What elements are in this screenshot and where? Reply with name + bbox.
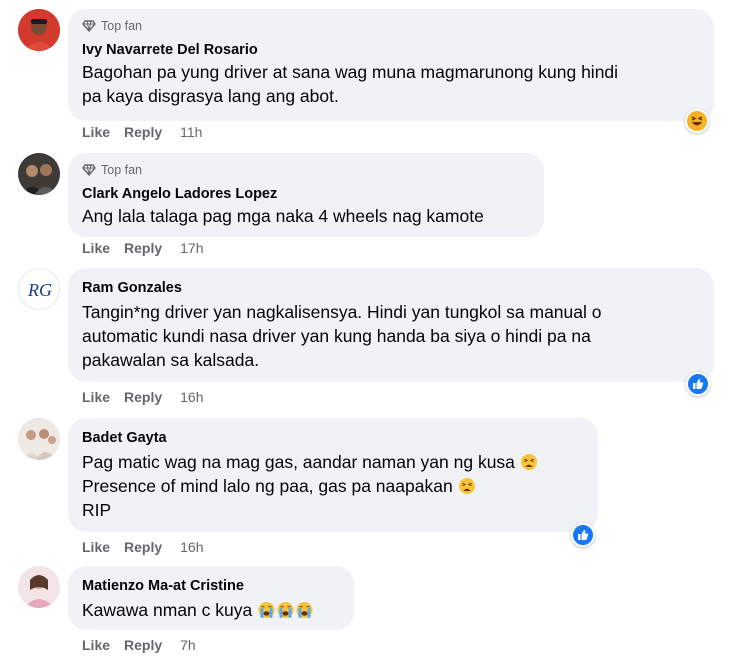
top-fan-label: Top fan	[101, 163, 143, 177]
loudly-crying-emoji-icon	[258, 602, 275, 618]
top-fan-badge: Top fan	[82, 18, 700, 34]
top-fan-badge: Top fan	[82, 162, 530, 178]
loudly-crying-emoji-icon	[277, 602, 294, 618]
comment-bubble: Badet Gayta Pag matic wag na mag gas, aa…	[68, 418, 598, 532]
reply-button[interactable]: Reply	[124, 539, 162, 555]
avatar[interactable]	[18, 418, 60, 460]
like-reaction-icon[interactable]	[571, 523, 595, 547]
commenter-name[interactable]: Ivy Navarrete Del Rosario	[82, 40, 700, 60]
comment-bubble: Top fan Ivy Navarrete Del Rosario Bagoha…	[68, 9, 714, 121]
timestamp[interactable]: 16h	[180, 389, 203, 405]
avatar[interactable]	[18, 566, 60, 608]
like-button[interactable]: Like	[82, 124, 110, 140]
comment-actions: Like Reply 16h	[82, 389, 204, 405]
tired-face-emoji-icon	[520, 454, 537, 470]
comment-text-row: Presence of mind lalo ng paa, gas pa naa…	[82, 474, 584, 498]
comment-text-line: Tangin*ng driver yan nagkalisensya. Hind…	[82, 302, 602, 322]
comment-text-line: pa kaya disgrasya lang ang abot.	[82, 86, 339, 106]
avatar-monogram: RG	[27, 280, 52, 300]
comment-text-line: automatic kundi nasa driver yan kung han…	[82, 326, 591, 346]
haha-reaction-icon[interactable]	[685, 109, 709, 133]
timestamp[interactable]: 17h	[180, 240, 203, 256]
reply-button[interactable]: Reply	[124, 389, 162, 405]
timestamp[interactable]: 7h	[180, 637, 196, 653]
like-button[interactable]: Like	[82, 539, 110, 555]
comment-actions: Like Reply 17h	[82, 240, 204, 256]
like-reaction-icon[interactable]	[686, 372, 710, 396]
commenter-name[interactable]: Clark Angelo Ladores Lopez	[82, 184, 530, 204]
avatar[interactable]: RG	[18, 268, 60, 310]
reply-button[interactable]: Reply	[124, 637, 162, 653]
comment-bubble: Ram Gonzales Tangin*ng driver yan nagkal…	[68, 268, 714, 382]
comment-bubble: Matienzo Ma-at Cristine Kawawa nman c ku…	[68, 566, 354, 630]
comment-actions: Like Reply 11h	[82, 124, 202, 140]
like-button[interactable]: Like	[82, 637, 110, 653]
comment-text-line: Presence of mind lalo ng paa, gas pa naa…	[82, 476, 453, 496]
diamond-icon	[82, 164, 96, 176]
avatar[interactable]	[18, 9, 60, 51]
comment-text-line: Pag matic wag na mag gas, aandar naman y…	[82, 452, 515, 472]
comment-text-line: Ang lala talaga pag mga naka 4 wheels na…	[82, 206, 484, 226]
loudly-crying-emoji-icon	[296, 602, 313, 618]
comment-text-line: Bagohan pa yung driver at sana wag muna …	[82, 62, 619, 82]
commenter-name[interactable]: Badet Gayta	[82, 428, 584, 448]
commenter-name[interactable]: Ram Gonzales	[82, 278, 700, 298]
like-button[interactable]: Like	[82, 389, 110, 405]
comment-text-row: Kawawa nman c kuya	[82, 598, 340, 622]
comment-text-line: pakawalan sa kalsada.	[82, 350, 260, 370]
reply-button[interactable]: Reply	[124, 240, 162, 256]
avatar[interactable]	[18, 153, 60, 195]
diamond-icon	[82, 20, 96, 32]
reply-button[interactable]: Reply	[124, 124, 162, 140]
comment-actions: Like Reply 16h	[82, 539, 204, 555]
commenter-name[interactable]: Matienzo Ma-at Cristine	[82, 576, 340, 596]
comment-text-line: RIP	[82, 500, 112, 520]
timestamp[interactable]: 16h	[180, 539, 203, 555]
comment-bubble: Top fan Clark Angelo Ladores Lopez Ang l…	[68, 153, 544, 237]
comment-text-line: Kawawa nman c kuya	[82, 600, 253, 620]
comment-text-row: Pag matic wag na mag gas, aandar naman y…	[82, 450, 584, 474]
like-button[interactable]: Like	[82, 240, 110, 256]
timestamp[interactable]: 11h	[180, 124, 202, 140]
tired-face-emoji-icon	[458, 478, 475, 494]
top-fan-label: Top fan	[101, 19, 143, 33]
comment-actions: Like Reply 7h	[82, 637, 196, 653]
